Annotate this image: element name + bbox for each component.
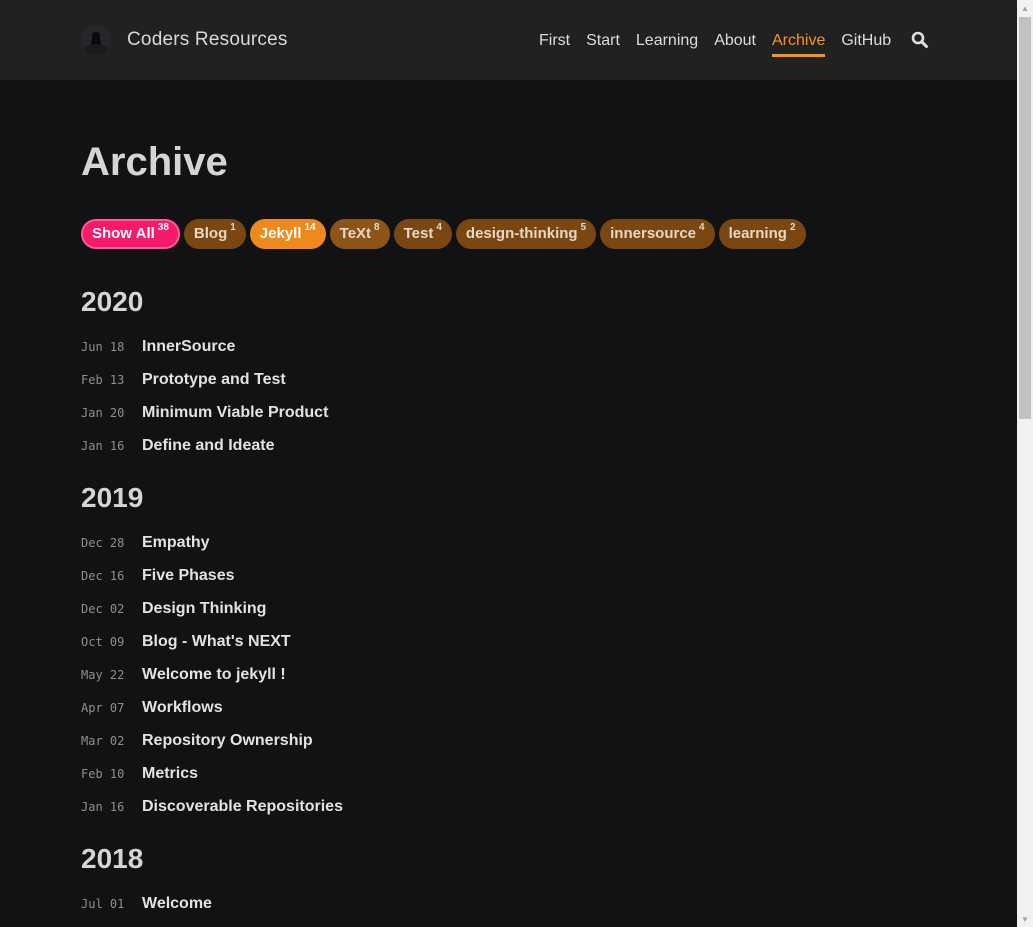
tag-label: design-thinking bbox=[465, 225, 578, 242]
post-link[interactable]: Design Thinking bbox=[142, 600, 266, 618]
tag-design-thinking[interactable]: design-thinking 5 bbox=[455, 219, 597, 249]
tag-count: 14 bbox=[304, 222, 316, 233]
nav-item-about[interactable]: About bbox=[714, 30, 756, 54]
archive-content: Archive Show All 38 Blog 1 Jekyll 14 TeXt 8 … bbox=[81, 140, 810, 912]
scrollbar-thumb[interactable] bbox=[1019, 17, 1031, 419]
post-date: Feb 13 bbox=[81, 373, 125, 387]
post-date: Feb 10 bbox=[81, 767, 125, 781]
tag-label: Test bbox=[403, 225, 434, 242]
nav-item-github[interactable]: GitHub bbox=[841, 30, 891, 54]
post-link[interactable]: Workflows bbox=[142, 699, 223, 717]
year-heading-2019: 2019 bbox=[81, 482, 144, 513]
post-date: Jun 18 bbox=[81, 340, 125, 354]
post-link[interactable]: Define and Ideate bbox=[142, 437, 274, 455]
list-item: Feb 13 Prototype and Test bbox=[81, 371, 286, 389]
list-item: Jan 16 Discoverable Repositories bbox=[81, 798, 343, 816]
list-item: Dec 28 Empathy bbox=[81, 534, 210, 552]
post-link[interactable]: Five Phases bbox=[142, 567, 235, 585]
list-item: Oct 09 Blog - What's NEXT bbox=[81, 633, 291, 651]
post-date: Oct 09 bbox=[81, 635, 125, 649]
post-date: May 22 bbox=[81, 668, 125, 682]
list-item: Apr 07 Workflows bbox=[81, 699, 223, 717]
tag-show-all[interactable]: Show All 38 bbox=[81, 219, 180, 249]
tag-jekyll[interactable]: Jekyll 14 bbox=[249, 219, 326, 249]
post-link[interactable]: InnerSource bbox=[142, 338, 235, 356]
vertical-scrollbar[interactable]: ▲ ▼ bbox=[1017, 0, 1033, 927]
list-item: Jan 16 Define and Ideate bbox=[81, 437, 274, 455]
tag-count: 5 bbox=[580, 222, 587, 233]
tag-count: 8 bbox=[374, 222, 380, 233]
list-item: Dec 16 Five Phases bbox=[81, 567, 235, 585]
tag-label: Show All bbox=[92, 225, 155, 242]
nav-item-first[interactable]: First bbox=[539, 30, 570, 54]
list-item: Mar 02 Repository Ownership bbox=[81, 732, 313, 750]
main-nav: First Start Learning About Archive GitHu… bbox=[539, 30, 907, 58]
scroll-down-arrow-icon[interactable]: ▼ bbox=[1017, 911, 1033, 927]
list-item: Jul 01 Welcome bbox=[81, 895, 212, 913]
tag-count: 38 bbox=[157, 222, 169, 233]
post-link[interactable]: Welcome bbox=[142, 895, 212, 913]
tag-blog[interactable]: Blog 1 bbox=[183, 219, 246, 249]
tag-count: 1 bbox=[230, 222, 236, 233]
post-date: Apr 07 bbox=[81, 701, 125, 715]
post-date: Jan 20 bbox=[81, 406, 125, 420]
tag-innersource[interactable]: innersource 4 bbox=[600, 219, 715, 249]
tag-text[interactable]: TeXt 8 bbox=[329, 219, 390, 249]
nav-item-learning[interactable]: Learning bbox=[636, 30, 698, 54]
page-title: Archive bbox=[81, 140, 228, 184]
post-date: Jan 16 bbox=[81, 800, 125, 814]
post-date: Dec 02 bbox=[81, 602, 125, 616]
list-item: Jan 20 Minimum Viable Product bbox=[81, 404, 328, 422]
list-item: May 22 Welcome to jekyll ! bbox=[81, 666, 286, 684]
post-link[interactable]: Repository Ownership bbox=[142, 732, 313, 750]
post-link[interactable]: Welcome to jekyll ! bbox=[142, 666, 286, 684]
nav-item-archive[interactable]: Archive bbox=[772, 30, 826, 57]
list-item: Jun 18 InnerSource bbox=[81, 338, 235, 356]
list-item: Dec 02 Design Thinking bbox=[81, 600, 266, 618]
tag-learning[interactable]: learning 2 bbox=[718, 219, 806, 249]
tag-label: learning bbox=[728, 225, 787, 242]
post-date: Mar 02 bbox=[81, 734, 125, 748]
tag-filter-bar: Show All 38 Blog 1 Jekyll 14 TeXt 8 Test 4 de… bbox=[81, 219, 810, 249]
year-heading-2018: 2018 bbox=[81, 843, 144, 874]
post-link[interactable]: Empathy bbox=[142, 534, 210, 552]
page: Coders Resources First Start Learning Ab… bbox=[0, 0, 1033, 927]
post-link[interactable]: Prototype and Test bbox=[142, 371, 286, 389]
post-link[interactable]: Blog - What's NEXT bbox=[142, 633, 291, 651]
year-heading-2020: 2020 bbox=[81, 286, 144, 317]
brand-link[interactable]: Coders Resources bbox=[81, 25, 288, 55]
post-date: Jan 16 bbox=[81, 439, 125, 453]
post-link[interactable]: Metrics bbox=[142, 765, 198, 783]
tag-count: 4 bbox=[699, 222, 705, 233]
tag-count: 2 bbox=[789, 222, 796, 233]
tag-label: TeXt bbox=[339, 225, 372, 242]
post-date: Jul 01 bbox=[81, 897, 125, 911]
post-date: Dec 28 bbox=[81, 536, 125, 550]
tag-label: Jekyll bbox=[259, 225, 302, 242]
post-link[interactable]: Discoverable Repositories bbox=[142, 798, 343, 816]
tag-label: Blog bbox=[193, 225, 228, 242]
list-item: Feb 10 Metrics bbox=[81, 765, 198, 783]
post-link[interactable]: Minimum Viable Product bbox=[142, 404, 328, 422]
nav-item-start[interactable]: Start bbox=[586, 30, 620, 54]
post-date: Dec 16 bbox=[81, 569, 125, 583]
site-header: Coders Resources First Start Learning Ab… bbox=[0, 0, 1017, 80]
tag-test[interactable]: Test 4 bbox=[393, 219, 452, 249]
scroll-up-arrow-icon[interactable]: ▲ bbox=[1017, 0, 1033, 16]
brand-title: Coders Resources bbox=[127, 29, 288, 50]
search-icon[interactable] bbox=[911, 31, 929, 49]
logo-icon bbox=[81, 25, 111, 55]
tag-count: 4 bbox=[436, 222, 442, 233]
tag-label: innersource bbox=[610, 225, 697, 242]
